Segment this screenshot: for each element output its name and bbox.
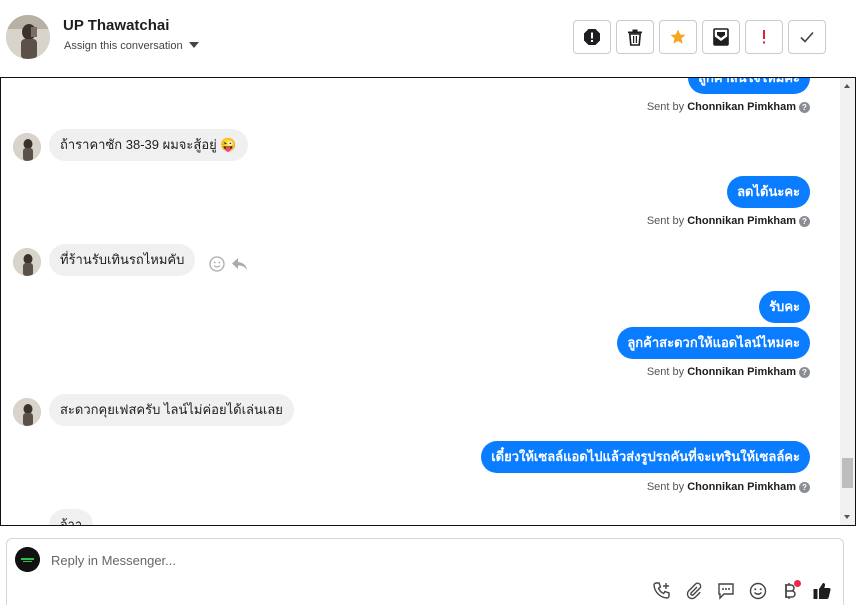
scroll-up-arrow[interactable] [844, 84, 850, 88]
payment-button[interactable] [779, 580, 801, 602]
saved-reply-icon [718, 583, 734, 600]
mark-unread-button[interactable] [702, 20, 740, 54]
help-icon[interactable]: ? [799, 482, 810, 493]
incoming-message: ที่ร้านรับเทินรถไหมคับ [49, 244, 196, 276]
outgoing-message: ลูกค้าสนใจไหมคะ [688, 78, 810, 94]
follow-up-button[interactable] [745, 20, 783, 54]
star-button[interactable] [659, 20, 697, 54]
delete-button[interactable] [616, 20, 654, 54]
exclamation-icon [763, 30, 765, 44]
message-actions [209, 256, 248, 272]
incoming-message: สะดวกคุยเฟสครับ ไลน์ไม่ค่อยได้เล่นเลย [49, 394, 294, 426]
call-button[interactable] [651, 580, 673, 602]
star-icon [670, 29, 686, 44]
scrollbar[interactable] [840, 78, 855, 525]
sent-by-label: Sent by Chonnikan Pimkham? [647, 481, 810, 493]
contact-avatar-small[interactable] [13, 133, 41, 161]
mark-done-button[interactable] [788, 20, 826, 54]
incoming-message: ถ้าราคาซัก 38-39 ผมจะสู้อยู่ 😜 [49, 129, 248, 161]
help-icon[interactable]: ? [799, 102, 810, 113]
reply-input[interactable] [51, 549, 751, 571]
emoji-icon [749, 582, 767, 600]
phone-add-icon [653, 582, 670, 599]
emoji-react-icon[interactable] [209, 256, 225, 272]
message-thread[interactable]: ลูกค้าสนใจไหมคะ Sent by Chonnikan Pimkha… [0, 77, 856, 526]
conversation-toolbar [573, 20, 826, 54]
scrollbar-thumb[interactable] [842, 458, 853, 488]
thumbs-up-icon [813, 583, 831, 599]
alert-octagon-icon [584, 29, 600, 45]
composer-toolbar [651, 580, 833, 602]
assign-label: Assign this conversation [64, 40, 183, 52]
paperclip-icon [686, 582, 702, 600]
contact-avatar-small[interactable] [13, 248, 41, 276]
outgoing-message: เดี๋ยวให้เซลล์แอดไปแล้วส่งรูปรถคันที่จะเ… [481, 441, 810, 473]
conversation-header: UP Thawatchai Assign this conversation [0, 0, 862, 77]
emoji-button[interactable] [747, 580, 769, 602]
contact-name[interactable]: UP Thawatchai [63, 17, 169, 34]
help-icon[interactable]: ? [799, 216, 810, 227]
contact-avatar-small[interactable] [13, 398, 41, 426]
outgoing-message: รับคะ [759, 291, 810, 323]
sent-by-label: Sent by Chonnikan Pimkham? [647, 101, 810, 113]
mark-unread-icon [713, 28, 729, 46]
page-avatar [15, 547, 40, 572]
outgoing-message: ลดได้นะคะ [727, 176, 810, 208]
caret-down-icon [188, 42, 199, 48]
outgoing-message: ลูกค้าสะดวกให้แอดไลน์ไหมคะ [617, 327, 810, 359]
attach-button[interactable] [683, 580, 705, 602]
sent-by-label: Sent by Chonnikan Pimkham? [647, 215, 810, 227]
sent-by-label: Sent by Chonnikan Pimkham? [647, 366, 810, 378]
saved-reply-button[interactable] [715, 580, 737, 602]
contact-avatar[interactable] [6, 15, 50, 59]
scroll-down-arrow[interactable] [844, 515, 850, 519]
like-button[interactable] [811, 580, 833, 602]
mark-spam-button[interactable] [573, 20, 611, 54]
notification-dot [794, 580, 801, 587]
assign-conversation-dropdown[interactable]: Assign this conversation [64, 40, 199, 52]
incoming-message: จ้าา [49, 509, 94, 525]
reply-composer [6, 538, 844, 605]
help-icon[interactable]: ? [799, 367, 810, 378]
check-icon [800, 31, 814, 43]
reply-icon[interactable] [231, 257, 248, 272]
trash-icon [628, 29, 642, 46]
conversation-view: UP Thawatchai Assign this conversation ล… [0, 0, 862, 605]
